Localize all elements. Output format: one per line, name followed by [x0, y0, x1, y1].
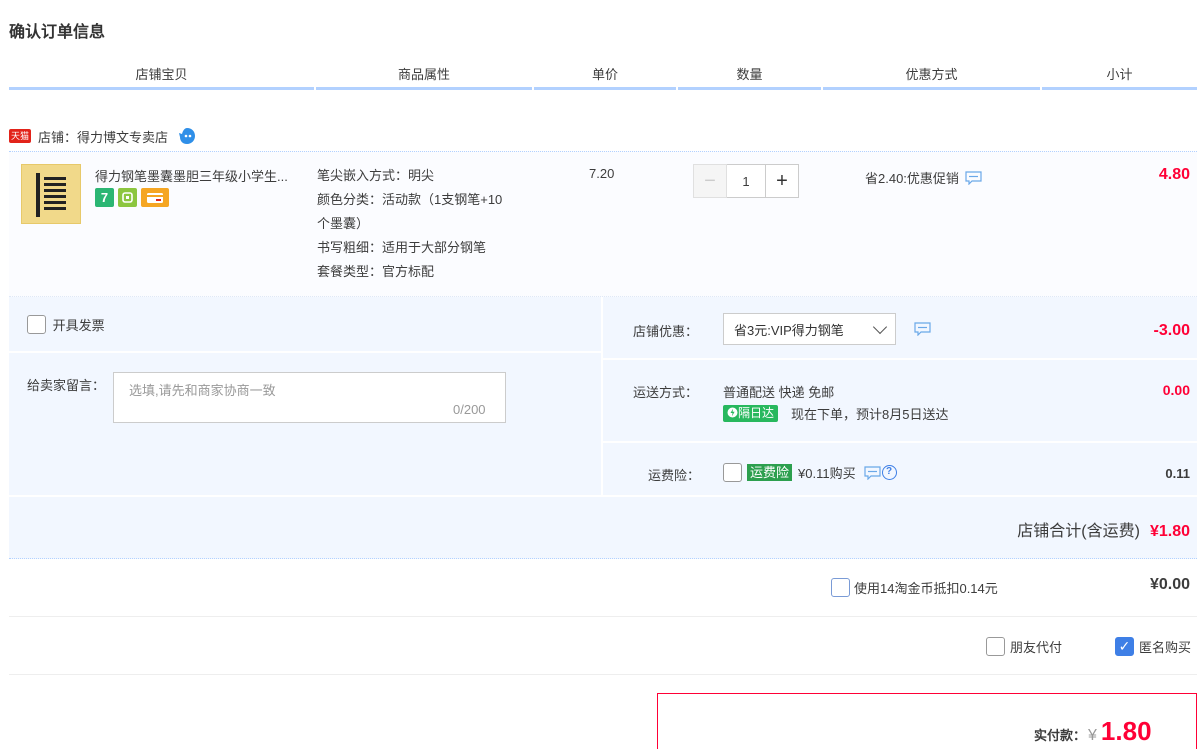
- decrease-button[interactable]: −: [693, 164, 727, 198]
- message-label: 给卖家留言：: [27, 378, 106, 393]
- insurance-option: 运费险 ¥0.11购买 ?: [723, 463, 897, 482]
- anonymous-label: 匿名购买: [1139, 640, 1192, 655]
- col-subtotal: 小计: [1042, 60, 1197, 90]
- quantity-input[interactable]: 1: [727, 164, 765, 198]
- coins-amount: ¥0.00: [1149, 576, 1190, 593]
- shipping-method: 普通配送 快递 免邮: [723, 385, 835, 400]
- shipping-amount: 0.00: [1162, 382, 1190, 398]
- divider: [9, 495, 1197, 497]
- message-count: 0/200: [453, 402, 486, 417]
- page-title: 确认订单信息: [9, 24, 106, 41]
- increase-button[interactable]: +: [765, 164, 799, 198]
- quantity-stepper: − 1 +: [693, 164, 799, 198]
- payment-amount: 1.80: [1100, 716, 1152, 746]
- attr-package: 套餐类型：官方标配: [317, 264, 435, 279]
- shipping-eta-row: 隔日达 现在下单，预计8月5日送达: [723, 404, 948, 423]
- attr-thickness: 书写粗细：适用于大部分钢笔: [317, 240, 487, 255]
- col-shop-item: 店铺宝贝: [9, 60, 314, 90]
- col-discount: 优惠方式: [823, 60, 1040, 90]
- insurance-tag: 运费险: [747, 464, 793, 481]
- promo-text: 省2.40:优惠促销: [865, 171, 959, 186]
- divider: [9, 616, 1197, 617]
- shop-total-amount: ¥1.80: [1149, 523, 1190, 540]
- next-day-badge: 隔日达: [723, 405, 779, 422]
- insurance-amount: 0.11: [1165, 466, 1190, 481]
- shop-total: 店铺合计(含运费) ¥1.80: [1017, 517, 1190, 541]
- shop-name[interactable]: 店铺：得力博文专卖店: [38, 127, 168, 146]
- coins-label: 使用14淘金币抵扣0.14元: [854, 581, 998, 596]
- message-icon[interactable]: [863, 465, 881, 480]
- insurance-checkbox[interactable]: [723, 463, 742, 482]
- unit-price: 7.20: [589, 166, 615, 181]
- payment-total: 实付款： ¥ 1.80: [1034, 716, 1152, 747]
- anonymous-checkbox[interactable]: ✓: [1115, 637, 1134, 656]
- lightning-icon: [727, 407, 738, 418]
- divider: [603, 358, 1197, 360]
- item-attributes: 笔尖嵌入方式：明尖 颜色分类：活动款（1支钢笔+10 个墨囊） 书写粗细：适用于…: [317, 164, 542, 284]
- next-day-label: 隔日达: [738, 406, 775, 420]
- col-price: 单价: [534, 60, 676, 90]
- item-badges: 7: [95, 188, 169, 207]
- message-icon[interactable]: [965, 170, 982, 185]
- divider: [9, 351, 601, 353]
- shop-total-label: 店铺合计(含运费): [1017, 523, 1140, 540]
- shop-discount-label: 店铺优惠：: [633, 324, 699, 339]
- attr-color-cont: 个墨囊）: [317, 216, 370, 231]
- options-divider: [601, 297, 603, 495]
- guarantee-icon: [118, 188, 137, 207]
- invoice-option: 开具发票: [27, 315, 105, 334]
- payment-currency: ¥: [1088, 727, 1097, 744]
- col-quantity: 数量: [678, 60, 821, 90]
- insurance-price: ¥0.11购买: [798, 466, 856, 481]
- item-title[interactable]: 得力钢笔墨囊墨胆三年级小学生...: [95, 166, 310, 185]
- table-header: 店铺宝贝 商品属性 单价 数量 优惠方式 小计: [9, 60, 1197, 90]
- friend-pay-option: 朋友代付: [986, 637, 1062, 656]
- payment-label: 实付款：: [1034, 728, 1087, 743]
- message-icon[interactable]: [914, 322, 931, 337]
- insurance-label: 运费险：: [648, 468, 701, 483]
- promo-info: 省2.40:优惠促销: [865, 168, 982, 187]
- message-placeholder: 选填,请先和商家协商一致: [129, 383, 276, 398]
- shop-discount-value: 省3元:VIP得力钢笔: [734, 322, 844, 338]
- coins-checkbox[interactable]: [831, 578, 850, 597]
- tmall-badge: 天猫: [9, 129, 32, 143]
- col-attributes: 商品属性: [316, 60, 532, 90]
- anonymous-option: ✓ 匿名购买: [1115, 637, 1191, 656]
- coins-option: 使用14淘金币抵扣0.14元: [831, 578, 998, 597]
- help-icon[interactable]: ?: [881, 465, 897, 480]
- shop-discount-select[interactable]: 省3元:VIP得力钢笔: [723, 313, 896, 345]
- wangwang-chat-icon[interactable]: [178, 127, 196, 145]
- friend-pay-checkbox[interactable]: [986, 637, 1005, 656]
- invoice-label: 开具发票: [52, 318, 105, 333]
- seven-day-return-icon: 7: [95, 188, 114, 207]
- divider: [9, 674, 1197, 675]
- divider: [603, 441, 1197, 443]
- item-subtotal: 4.80: [1158, 166, 1190, 183]
- shop-row: 天猫 店铺：得力博文专卖店: [9, 124, 196, 148]
- shipping-eta: 现在下单，预计8月5日送达: [791, 407, 949, 422]
- attr-color: 颜色分类：活动款（1支钢笔+10: [317, 192, 503, 207]
- shop-discount-amount: -3.00: [1153, 322, 1190, 339]
- attr-nib: 笔尖嵌入方式：明尖: [317, 168, 435, 183]
- credit-card-icon: [141, 188, 169, 207]
- item-thumbnail[interactable]: [21, 164, 81, 224]
- chevron-down-icon: [872, 319, 888, 335]
- shipping-label: 运送方式：: [633, 385, 699, 400]
- invoice-checkbox[interactable]: [27, 315, 46, 334]
- friend-pay-label: 朋友代付: [1010, 640, 1063, 655]
